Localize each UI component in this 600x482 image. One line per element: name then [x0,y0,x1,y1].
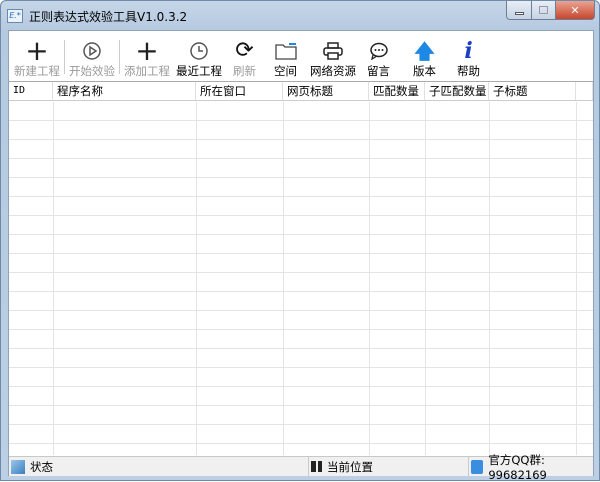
user-icon [471,459,484,474]
column-header-subtitle[interactable]: 子标题 [489,82,576,100]
app-window: E.* 正则表达式效验工具V1.0.3.2 ✕ + 新建工程 开始效验 + 添加工程… [0,0,600,482]
divider [119,40,120,74]
title-bar: E.* 正则表达式效验工具V1.0.3.2 [7,5,187,27]
divider [64,40,65,74]
maximize-button[interactable] [531,1,556,20]
recent-projects-button[interactable]: 最近工程 [173,35,225,79]
status-position: 当前位置 [309,457,469,476]
add-project-button[interactable]: + 添加工程 [121,35,173,79]
message-button[interactable]: 留言 [359,35,398,79]
printer-icon [323,39,343,63]
status-qq-group: 官方QQ群: 99682169 [469,453,593,482]
results-table[interactable]: ID 程序名称 所在窗口 网页标题 匹配数量 子匹配数量 子标题 [9,81,593,455]
chat-icon [369,39,389,63]
plus-icon: + [25,34,49,67]
status-bar: 状态 当前位置 官方QQ群: 99682169 [9,453,593,482]
column-header-window[interactable]: 所在窗口 [196,82,283,100]
help-button[interactable]: i 帮助 [451,35,486,79]
client-area: + 新建工程 开始效验 + 添加工程 最近工程 ⟳ 刷新 空间 网络资源 留言 🡅 版本… [8,30,594,482]
table-body [9,102,593,455]
column-header-match-count[interactable]: 匹配数量 [369,82,425,100]
network-resources-button[interactable]: 网络资源 [307,35,359,79]
minimize-button[interactable] [506,1,532,20]
table-header: ID 程序名称 所在窗口 网页标题 匹配数量 子匹配数量 子标题 [9,82,593,101]
status-state: 状态 [9,457,309,476]
new-project-button[interactable]: + 新建工程 [11,35,63,79]
info-icon: i [464,38,473,64]
refresh-button[interactable]: ⟳ 刷新 [225,35,264,79]
location-icon [311,461,322,472]
column-header-page-title[interactable]: 网页标题 [283,82,369,100]
plus-icon: + [135,34,159,67]
column-header-id[interactable]: ID [9,82,53,100]
app-icon: E.* [7,9,23,23]
refresh-icon: ⟳ [235,38,254,63]
folder-icon [274,39,297,63]
space-button[interactable]: 空间 [264,35,307,79]
start-verify-button[interactable]: 开始效验 [66,35,118,79]
column-header-program-name[interactable]: 程序名称 [53,82,196,100]
close-button[interactable]: ✕ [555,1,595,20]
column-header-filler [576,82,593,100]
column-header-submatch-count[interactable]: 子匹配数量 [425,82,489,100]
window-title: 正则表达式效验工具V1.0.3.2 [29,9,188,24]
arrow-up-icon: 🡅 [414,39,435,63]
status-icon [11,459,25,474]
clock-icon [189,39,209,63]
version-button[interactable]: 🡅 版本 [398,35,451,79]
play-icon [82,39,102,63]
toolbar: + 新建工程 开始效验 + 添加工程 最近工程 ⟳ 刷新 空间 网络资源 留言 🡅 版本… [9,31,593,79]
